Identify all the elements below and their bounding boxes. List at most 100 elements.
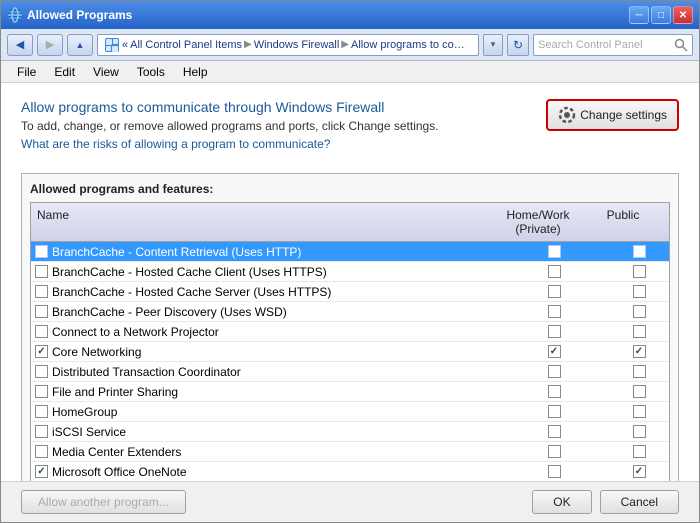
public-checkbox[interactable] <box>633 425 646 438</box>
up-button[interactable]: ▲ <box>67 34 93 56</box>
table-row[interactable]: HomeGroup <box>31 402 669 422</box>
public-checkbox[interactable] <box>633 365 646 378</box>
close-button[interactable]: ✕ <box>673 6 693 24</box>
row-public-cell <box>609 305 669 318</box>
private-checkbox[interactable] <box>548 265 561 278</box>
row-checkbox[interactable] <box>35 285 48 298</box>
private-checkbox[interactable] <box>548 305 561 318</box>
table-row[interactable]: iSCSI Service <box>31 422 669 442</box>
private-checkbox[interactable] <box>548 445 561 458</box>
breadcrumb-link-1[interactable]: « <box>122 39 128 51</box>
breadcrumb-arrow-2: ▶ <box>341 39 349 50</box>
row-private-cell <box>499 445 609 458</box>
private-checkbox[interactable] <box>548 245 561 258</box>
search-placeholder: Search Control Panel <box>538 39 670 51</box>
private-checkbox[interactable] <box>548 465 561 478</box>
private-checkbox[interactable] <box>548 365 561 378</box>
public-checkbox[interactable] <box>633 245 646 258</box>
row-private-cell <box>499 365 609 378</box>
change-settings-button[interactable]: Change settings <box>546 99 679 131</box>
public-checkbox[interactable] <box>633 345 646 358</box>
row-public-cell <box>609 365 669 378</box>
private-checkbox[interactable] <box>548 425 561 438</box>
address-dropdown-button[interactable]: ▾ <box>483 34 503 56</box>
subtitle: To add, change, or remove allowed progra… <box>21 119 546 133</box>
menu-help[interactable]: Help <box>175 63 216 81</box>
row-label: BranchCache - Peer Discovery (Uses WSD) <box>52 305 287 319</box>
cancel-button[interactable]: Cancel <box>600 490 679 514</box>
row-checkbox[interactable] <box>35 385 48 398</box>
row-checkbox[interactable] <box>35 425 48 438</box>
breadcrumb-windows-firewall[interactable]: Windows Firewall <box>254 39 340 51</box>
table-row[interactable]: BranchCache - Content Retrieval (Uses HT… <box>31 242 669 262</box>
menu-tools[interactable]: Tools <box>129 63 173 81</box>
table-row[interactable]: Connect to a Network Projector <box>31 322 669 342</box>
table-row[interactable]: Core Networking <box>31 342 669 362</box>
row-private-cell <box>499 305 609 318</box>
public-checkbox[interactable] <box>633 325 646 338</box>
page-title: Allow programs to communicate through Wi… <box>21 99 546 115</box>
title-bar: Allowed Programs ─ □ ✕ <box>1 1 699 29</box>
breadcrumb-all-control-panel[interactable]: All Control Panel Items <box>130 39 242 51</box>
table-row[interactable]: File and Printer Sharing <box>31 382 669 402</box>
menu-file[interactable]: File <box>9 63 44 81</box>
menu-view[interactable]: View <box>85 63 127 81</box>
public-checkbox[interactable] <box>633 445 646 458</box>
row-checkbox[interactable] <box>35 365 48 378</box>
row-label: Microsoft Office OneNote <box>52 465 187 479</box>
row-name-cell: BranchCache - Hosted Cache Server (Uses … <box>31 284 499 300</box>
row-name-cell: Connect to a Network Projector <box>31 324 499 340</box>
refresh-button[interactable]: ↻ <box>507 34 529 56</box>
address-bar: ◀ ▶ ▲ « All Control Panel Items ▶ Window… <box>1 29 699 61</box>
table-body[interactable]: BranchCache - Content Retrieval (Uses HT… <box>31 242 669 481</box>
private-checkbox[interactable] <box>548 285 561 298</box>
public-checkbox[interactable] <box>633 385 646 398</box>
row-checkbox[interactable] <box>35 345 48 358</box>
row-name-cell: File and Printer Sharing <box>31 384 499 400</box>
menu-edit[interactable]: Edit <box>46 63 83 81</box>
table-row[interactable]: Microsoft Office OneNote <box>31 462 669 481</box>
row-checkbox[interactable] <box>35 405 48 418</box>
ok-button[interactable]: OK <box>532 490 591 514</box>
public-checkbox[interactable] <box>633 285 646 298</box>
risks-link[interactable]: What are the risks of allowing a program… <box>21 137 330 151</box>
title-bar-left: Allowed Programs <box>7 7 132 23</box>
public-checkbox[interactable] <box>633 265 646 278</box>
private-checkbox[interactable] <box>548 385 561 398</box>
private-checkbox[interactable] <box>548 325 561 338</box>
back-button[interactable]: ◀ <box>7 34 33 56</box>
row-label: Media Center Extenders <box>52 445 181 459</box>
row-public-cell <box>609 345 669 358</box>
public-checkbox[interactable] <box>633 465 646 478</box>
row-public-cell <box>609 265 669 278</box>
row-checkbox[interactable] <box>35 445 48 458</box>
row-public-cell <box>609 405 669 418</box>
search-icon[interactable] <box>674 38 688 52</box>
private-checkbox[interactable] <box>548 345 561 358</box>
row-checkbox[interactable] <box>35 265 48 278</box>
row-checkbox[interactable] <box>35 245 48 258</box>
table-row[interactable]: Distributed Transaction Coordinator <box>31 362 669 382</box>
private-checkbox[interactable] <box>548 405 561 418</box>
public-checkbox[interactable] <box>633 305 646 318</box>
row-name-cell: Media Center Extenders <box>31 444 499 460</box>
row-private-cell <box>499 285 609 298</box>
row-name-cell: Microsoft Office OneNote <box>31 464 499 480</box>
row-label: BranchCache - Content Retrieval (Uses HT… <box>52 245 301 259</box>
row-name-cell: iSCSI Service <box>31 424 499 440</box>
minimize-button[interactable]: ─ <box>629 6 649 24</box>
row-private-cell <box>499 425 609 438</box>
title-bar-controls: ─ □ ✕ <box>629 6 693 24</box>
table-row[interactable]: BranchCache - Hosted Cache Client (Uses … <box>31 262 669 282</box>
forward-button[interactable]: ▶ <box>37 34 63 56</box>
table-row[interactable]: BranchCache - Peer Discovery (Uses WSD) <box>31 302 669 322</box>
row-checkbox[interactable] <box>35 465 48 478</box>
row-private-cell <box>499 465 609 478</box>
maximize-button[interactable]: □ <box>651 6 671 24</box>
table-row[interactable]: BranchCache - Hosted Cache Server (Uses … <box>31 282 669 302</box>
row-checkbox[interactable] <box>35 305 48 318</box>
allow-another-button[interactable]: Allow another program... <box>21 490 186 514</box>
row-checkbox[interactable] <box>35 325 48 338</box>
table-row[interactable]: Media Center Extenders <box>31 442 669 462</box>
public-checkbox[interactable] <box>633 405 646 418</box>
